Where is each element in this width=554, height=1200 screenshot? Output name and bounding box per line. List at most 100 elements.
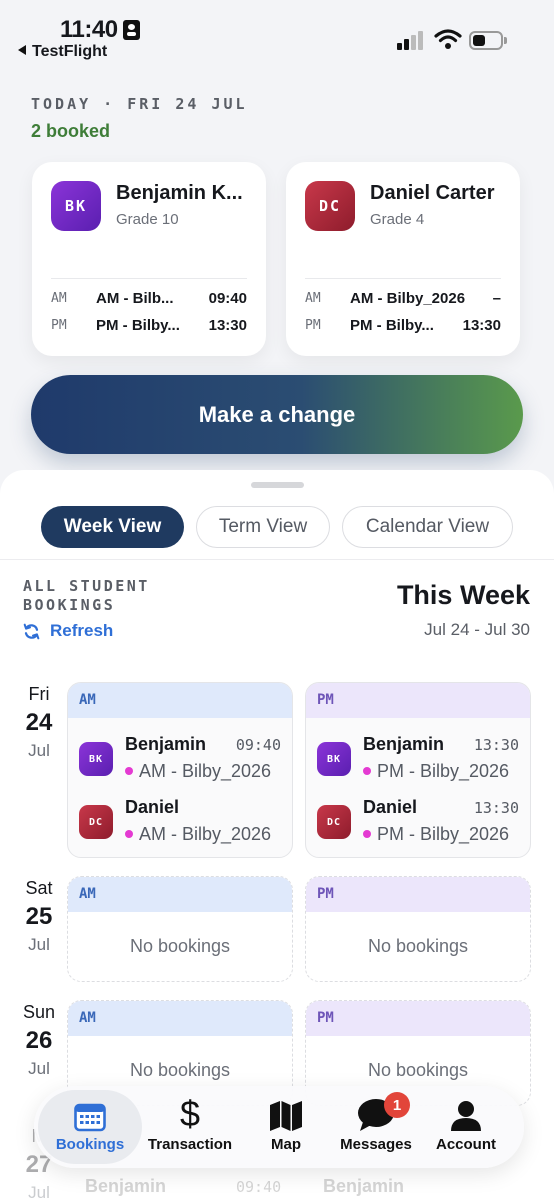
booking-name: Benjamin [85,1176,167,1196]
tab-label: Transaction [147,1136,233,1153]
booking-time: 09:40 [235,736,281,754]
student-name: Daniel Carter [370,182,495,204]
booking-name: Daniel [125,797,180,817]
status-dot [125,767,133,775]
status-dot [363,830,371,838]
status-dot [125,830,133,838]
refresh-icon [23,623,40,639]
back-to-app-link[interactable]: TestFlight [18,43,107,61]
booking-entry[interactable]: DC Daniel AM - Bilby_2026 [79,797,281,847]
booked-count: 2 booked [31,121,111,141]
route-label: PM - Bilby_2026 [377,824,510,844]
tab-calendar-view[interactable]: Calendar View [342,506,513,548]
tab-term-view[interactable]: Term View [196,506,330,548]
tab-messages[interactable]: Messages 1 [328,1086,424,1168]
id-card-icon [123,20,140,40]
am-trip-row: AM AM - Bilb... 09:40 [51,290,247,310]
booking-name: Benjamin [323,1176,405,1196]
avatar: BK [79,742,113,776]
slot-header: PM [306,877,530,912]
slot-header: PM [306,1001,530,1036]
pm-tag: PM [305,318,321,333]
tab-week-view[interactable]: Week View [41,506,184,548]
slot-header: AM [68,877,292,912]
am-route: AM - Bilby_2026 [350,290,466,307]
tab-label: Bookings [55,1136,125,1153]
sheet-grabber[interactable] [251,482,304,488]
booking-entry[interactable]: BK Benjamin 13:30 PM - Bilby_2026 [317,734,519,784]
tab-label: Messages [340,1136,412,1153]
tab-bookings[interactable]: Bookings [38,1090,142,1164]
avatar: DC [305,181,355,231]
day-label: Sun 26 Jul [14,1002,64,1079]
tab-bar: Bookings $ Transaction Map Messages 1 Ac… [34,1086,524,1168]
booking-time: 13:30 [473,736,519,754]
tab-label: Account [436,1136,496,1153]
refresh-label: Refresh [50,621,114,640]
pm-slot[interactable]: PM No bookings [305,876,531,982]
day-number: 26 [25,1027,53,1054]
pm-slot[interactable]: PM BK Benjamin 13:30 PM - Bilby_2026 DC … [305,682,531,858]
weekday: Sun [22,1002,56,1022]
avatar: BK [317,742,351,776]
back-app-label: TestFlight [32,43,108,60]
day-label: Fri 24 Jul [14,684,64,761]
divider [305,278,501,279]
student-grade: Grade 10 [116,211,179,228]
route-label: AM - Bilby_2026 [139,824,272,844]
slot-header: AM [68,1001,292,1036]
no-bookings-label: No bookings [367,936,469,956]
pm-tag: PM [51,318,67,333]
weekday: Fri [28,684,50,704]
month: Jul [28,1059,50,1078]
student-name: Benjamin K... [116,182,243,204]
am-slot[interactable]: AM No bookings [67,876,293,982]
divider [51,278,247,279]
today-date-label: TODAY · FRI 24 JUL [31,95,248,113]
am-tag: AM [305,291,321,306]
booking-name: Benjamin [363,734,445,754]
status-bar: 11:40 TestFlight [0,0,554,66]
tab-label: Map [271,1136,301,1153]
weekday: Sat [25,878,53,898]
pm-time: 13:30 [462,317,501,334]
avatar: BK [51,181,101,231]
am-time: 09:40 [208,290,247,307]
student-card-daniel[interactable]: DC Daniel Carter Grade 4 AM AM - Bilby_2… [286,162,520,356]
wifi-icon [434,29,462,49]
month: Jul [28,741,50,760]
cellular-signal-icon [397,30,425,50]
am-trip-row: AM AM - Bilby_2026 – [305,290,501,310]
month: Jul [28,935,50,954]
tab-account[interactable]: Account [418,1086,514,1168]
tab-map[interactable]: Map [238,1086,334,1168]
back-arrow-icon [18,45,26,55]
booking-route: AM - Bilby_2026 [125,824,271,845]
day-number: 25 [25,903,53,930]
pm-trip-row: PM PM - Bilby... 13:30 [51,317,247,337]
booking-time: 09:40 [236,1178,282,1196]
booking-route: AM - Bilby_2026 [125,761,271,782]
no-bookings-label: No bookings [367,1060,469,1080]
am-slot[interactable]: AM BK Benjamin 09:40 AM - Bilby_2026 DC … [67,682,293,858]
booking-time: 13:30 [473,799,519,817]
all-student-bookings-label: ALL STUDENT BOOKINGS [23,577,150,614]
route-label: PM - Bilby_2026 [377,761,510,781]
divider [0,559,554,560]
status-dot [363,767,371,775]
avatar: DC [79,805,113,839]
tab-transaction[interactable]: $ Transaction [142,1086,238,1168]
dollar-icon: $ [179,1093,201,1134]
student-grade: Grade 4 [370,211,425,228]
slot-header: PM [306,683,530,718]
day-number: 24 [25,709,53,736]
refresh-button[interactable]: Refresh [23,621,113,641]
booking-entry[interactable]: BK Benjamin 09:40 AM - Bilby_2026 [79,734,281,784]
student-card-benjamin[interactable]: BK Benjamin K... Grade 10 AM AM - Bilb..… [32,162,266,356]
booking-route: PM - Bilby_2026 [363,824,509,845]
unread-badge: 1 [384,1092,410,1118]
make-a-change-button[interactable]: Make a change [31,375,523,454]
slot-header: AM [68,683,292,718]
booking-entry[interactable]: DC Daniel 13:30 PM - Bilby_2026 [317,797,519,847]
am-tag: AM [51,291,67,306]
